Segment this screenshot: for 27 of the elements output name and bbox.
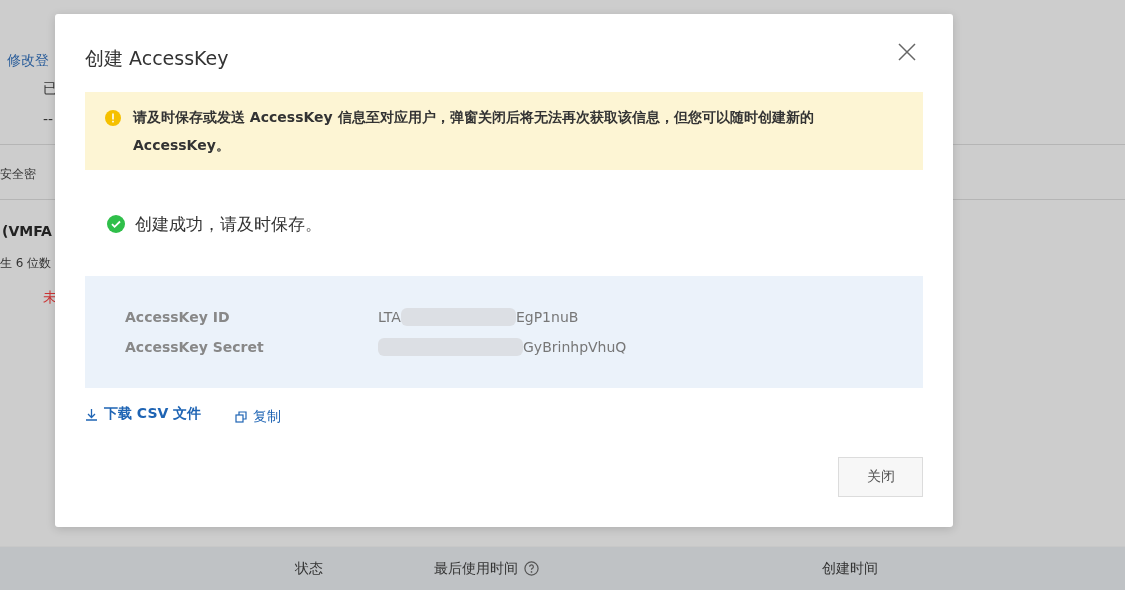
download-icon (85, 407, 98, 421)
dialog-title: 创建 AccessKey (85, 46, 229, 71)
warning-text: 请及时保存或发送 AccessKey 信息至对应用户，弹窗关闭后将无法再次获取该信息，但您可以随时创建新的 AccessKey。 (133, 108, 815, 155)
success-message: 创建成功，请及时保存。 (135, 212, 322, 236)
page-text: 安全密 (0, 165, 36, 183)
check-circle-icon (107, 215, 125, 233)
key-value: EgP1nuB (515, 309, 579, 325)
column-header: 最后使用时间 (434, 559, 518, 578)
warning-icon (105, 110, 121, 126)
page-text: 生 6 位数 (0, 254, 52, 272)
key-value: LTA (378, 309, 401, 325)
close-dialog-button[interactable]: 关闭 (838, 457, 923, 497)
close-button[interactable] (897, 42, 917, 62)
page-text: 未 (43, 289, 57, 307)
page-text: -- (43, 111, 54, 127)
key-label: AccessKey Secret (125, 339, 265, 355)
download-link[interactable]: 下载 CSV 文件 (85, 405, 202, 423)
column-header: 创建时间 (822, 559, 878, 578)
close-icon (897, 42, 917, 62)
key-label: AccessKey ID (125, 309, 231, 325)
page-link[interactable]: 修改登 (7, 52, 49, 70)
column-header: 状态 (295, 559, 323, 578)
key-value: GyBrinhpVhuQ (523, 339, 627, 355)
copy-link[interactable]: 复制 (235, 408, 282, 426)
help-icon (524, 561, 539, 576)
page-text: (VMFA (2, 223, 52, 239)
copy-icon (235, 411, 248, 423)
